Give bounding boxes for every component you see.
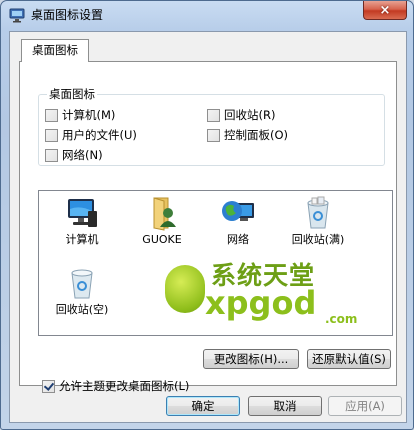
icon-item-recycle-bin-empty[interactable]: 回收站(空) — [47, 265, 117, 325]
restore-default-button[interactable]: 还原默认值(S) — [307, 349, 391, 369]
tab-desktop-icons[interactable]: 桌面图标 — [21, 39, 89, 62]
close-icon: × — [379, 2, 391, 18]
checkbox-control-panel[interactable]: 控制面板(O) — [207, 127, 288, 143]
icon-list[interactable]: 计算机 GUOKE 网络 回收站(满) 回收站(空) 系统天堂 xpgod .c… — [38, 190, 393, 336]
checkbox-label: 用户的文件(U) — [62, 128, 137, 142]
checkbox-label: 允许主题更改桌面图标(L) — [59, 379, 190, 393]
checkbox-network[interactable]: 网络(N) — [45, 147, 103, 163]
desktop-settings-icon — [9, 8, 25, 23]
checkbox-box-checked[interactable] — [42, 379, 55, 393]
icon-label: 计算机 — [65, 233, 99, 246]
checkbox-computer[interactable]: 计算机(M) — [45, 107, 115, 123]
cancel-button[interactable]: 取消 — [248, 396, 322, 416]
network-globe-icon — [222, 201, 254, 221]
icon-item-recycle-bin-full[interactable]: 回收站(满) — [283, 195, 353, 255]
checkbox-recycle-bin[interactable]: 回收站(R) — [207, 107, 275, 123]
icon-label: GUOKE — [142, 233, 182, 246]
checkbox-label: 网络(N) — [62, 148, 103, 162]
watermark-domain-text: .com — [325, 312, 358, 326]
recycle-bin-full-icon — [307, 196, 329, 229]
tab-panel: 桌面图标 计算机(M) 回收站(R) 用户的文件(U) 控制面板(O) 网络(N… — [19, 61, 397, 393]
dialog-body: 桌面图标 桌面图标 计算机(M) 回收站(R) 用户的文件(U) 控制面板(O)… — [9, 31, 407, 423]
icon-label: 回收站(空) — [55, 303, 109, 316]
watermark-en-text: xpgod — [205, 284, 317, 322]
icon-label: 网络 — [227, 233, 249, 246]
user-folder-icon — [153, 197, 176, 231]
window-title: 桌面图标设置 — [31, 8, 104, 22]
close-button[interactable]: × — [363, 1, 407, 20]
checkbox-box[interactable] — [207, 128, 220, 142]
icon-item-network[interactable]: 网络 — [203, 195, 273, 255]
ok-button[interactable]: 确定 — [166, 396, 240, 416]
checkbox-box[interactable] — [45, 148, 58, 162]
checkbox-label: 回收站(R) — [224, 108, 276, 122]
apply-button[interactable]: 应用(A) — [328, 396, 402, 416]
groupbox-label: 桌面图标 — [47, 87, 97, 101]
xpgod-logo-icon — [165, 265, 205, 313]
icon-label: 回收站(满) — [291, 233, 345, 246]
desktop-icons-groupbox: 桌面图标 计算机(M) 回收站(R) 用户的文件(U) 控制面板(O) 网络(N… — [38, 87, 385, 166]
computer-icon — [68, 199, 97, 227]
icon-item-computer[interactable]: 计算机 — [47, 195, 117, 255]
change-icon-button[interactable]: 更改图标(H)... — [203, 349, 299, 369]
title-bar[interactable]: 桌面图标设置 × — [1, 1, 413, 29]
checkbox-label: 控制面板(O) — [224, 128, 289, 142]
desktop-icon-settings-window: 桌面图标设置 × 桌面图标 桌面图标 计算机(M) 回收站(R) 用户的文件(U… — [0, 0, 414, 430]
checkbox-box[interactable] — [207, 108, 220, 122]
icon-item-user-files[interactable]: GUOKE — [127, 195, 197, 255]
checkbox-user-files[interactable]: 用户的文件(U) — [45, 127, 137, 143]
checkbox-label: 计算机(M) — [62, 108, 116, 122]
xpgod-watermark: 系统天堂 xpgod .com — [165, 261, 375, 331]
recycle-bin-empty-icon — [71, 269, 93, 299]
checkbox-box[interactable] — [45, 108, 58, 122]
checkbox-box[interactable] — [45, 128, 58, 142]
allow-themes-checkbox[interactable]: 允许主题更改桌面图标(L) — [42, 378, 189, 394]
